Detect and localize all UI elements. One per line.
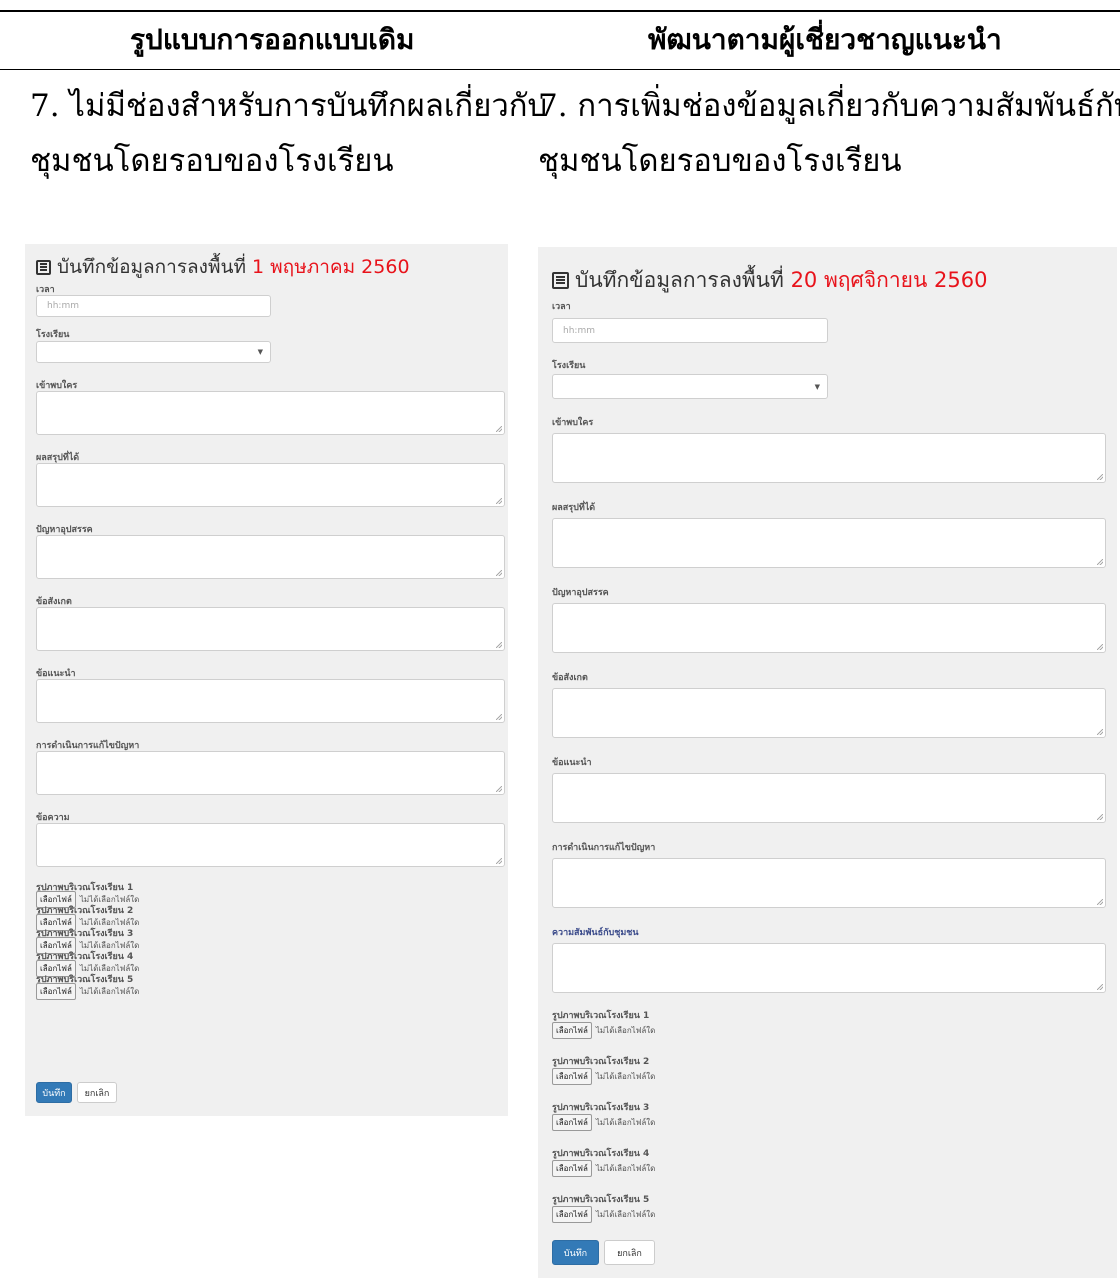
save-button[interactable]: บันทึก — [36, 1082, 72, 1103]
file-status: ไม่ได้เลือกไฟล์ใด — [595, 1210, 656, 1219]
photo-label: รูปภาพบริเวณโรงเรียน 1 — [552, 1011, 650, 1021]
field-label: ผลสรุปที่ได้ — [552, 503, 596, 513]
list-icon — [36, 260, 51, 275]
field-label: ความสัมพันธ์กับชุมชน — [552, 928, 639, 938]
choose-file-button[interactable]: เลือกไฟล์ — [552, 1160, 592, 1177]
field-label: ข้อสังเกต — [552, 673, 588, 683]
field-label: ผลสรุปที่ได้ — [36, 453, 80, 463]
right-description-line-1: 7. การเพิ่มช่องข้อมูลเกี่ยวกับความสัมพัน… — [538, 88, 1120, 124]
text-area[interactable] — [36, 823, 505, 867]
resize-handle[interactable] — [1097, 729, 1103, 735]
field-label: เข้าพบใคร — [36, 381, 78, 391]
resize-handle[interactable] — [1097, 474, 1103, 480]
school-select[interactable]: ▼ — [36, 341, 271, 363]
time-input[interactable]: hh:mm — [36, 295, 271, 317]
resize-handle[interactable] — [496, 714, 502, 720]
school-select[interactable]: ▼ — [552, 374, 828, 399]
photo-label: รูปภาพบริเวณโรงเรียน 4 — [552, 1149, 650, 1159]
chevron-down-icon: ▼ — [257, 348, 263, 356]
resize-handle[interactable] — [1097, 559, 1103, 565]
file-input-row: เลือกไฟล์ ไม่ได้เลือกไฟล์ใด — [552, 1068, 655, 1085]
form-title-text: บันทึกข้อมูลการลงพื้นที่ — [575, 268, 784, 292]
choose-file-button[interactable]: เลือกไฟล์ — [552, 1068, 592, 1085]
form-title: บันทึกข้อมูลการลงพื้นที่ 20 พฤศจิกายน 25… — [552, 264, 987, 297]
field-label: การดำเนินการแก้ไขปัญหา — [552, 843, 656, 853]
chevron-down-icon: ▼ — [814, 382, 820, 391]
cancel-button[interactable]: ยกเลิก — [604, 1240, 655, 1265]
school-label: โรงเรียน — [552, 361, 586, 371]
text-area[interactable] — [552, 858, 1106, 908]
resize-handle[interactable] — [496, 858, 502, 864]
text-area[interactable] — [552, 943, 1106, 993]
original-form-screenshot: บันทึกข้อมูลการลงพื้นที่ 1 พฤษภาคม 2560 เ… — [25, 244, 508, 1116]
file-status: ไม่ได้เลือกไฟล์ใด — [595, 1118, 656, 1127]
time-label: เวลา — [552, 302, 571, 312]
school-label: โรงเรียน — [36, 330, 70, 340]
left-column-header: รูปแบบการออกแบบเดิม — [130, 23, 415, 56]
file-input-row: เลือกไฟล์ ไม่ได้เลือกไฟล์ใด — [552, 1114, 655, 1131]
text-area[interactable] — [552, 603, 1106, 653]
top-rule — [0, 10, 1120, 12]
field-label: ปัญหาอุปสรรค — [552, 588, 609, 598]
choose-file-button[interactable]: เลือกไฟล์ — [552, 1206, 592, 1223]
time-placeholder: hh:mm — [563, 325, 595, 336]
field-label: ข้อแนะนำ — [552, 758, 592, 768]
file-input-row: เลือกไฟล์ ไม่ได้เลือกไฟล์ใด — [552, 1022, 655, 1039]
text-area[interactable] — [36, 391, 505, 435]
left-description-line-1: 7. ไม่มีช่องสำหรับการบันทึกผลเกี่ยวกับ — [30, 88, 548, 124]
header-rule — [0, 69, 1120, 70]
field-label: ข้อความ — [36, 813, 70, 823]
file-status: ไม่ได้เลือกไฟล์ใด — [595, 1026, 656, 1035]
file-input-row: เลือกไฟล์ ไม่ได้เลือกไฟล์ใด — [36, 983, 139, 1000]
text-area[interactable] — [36, 751, 505, 795]
form-date: 20 พฤศจิกายน 2560 — [790, 268, 988, 292]
field-label: ข้อแนะนำ — [36, 669, 76, 679]
choose-file-button[interactable]: เลือกไฟล์ — [36, 983, 76, 1000]
field-label: การดำเนินการแก้ไขปัญหา — [36, 741, 140, 751]
choose-file-button[interactable]: เลือกไฟล์ — [552, 1022, 592, 1039]
form-date: 1 พฤษภาคม 2560 — [252, 256, 410, 278]
cancel-button[interactable]: ยกเลิก — [77, 1082, 117, 1103]
text-area[interactable] — [552, 688, 1106, 738]
resize-handle[interactable] — [496, 570, 502, 576]
resize-handle[interactable] — [1097, 899, 1103, 905]
right-column-header: พัฒนาตามผู้เชี่ยวชาญแนะนำ — [648, 23, 1002, 56]
time-placeholder: hh:mm — [47, 301, 79, 311]
file-status: ไม่ได้เลือกไฟล์ใด — [79, 987, 140, 996]
list-icon — [552, 272, 569, 289]
text-area[interactable] — [36, 535, 505, 579]
field-label: ปัญหาอุปสรรค — [36, 525, 93, 535]
file-status: ไม่ได้เลือกไฟล์ใด — [595, 1164, 656, 1173]
file-input-row: เลือกไฟล์ ไม่ได้เลือกไฟล์ใด — [552, 1160, 655, 1177]
text-area[interactable] — [552, 433, 1106, 483]
resize-handle[interactable] — [496, 786, 502, 792]
field-label: ข้อสังเกต — [36, 597, 72, 607]
photo-label: รูปภาพบริเวณโรงเรียน 3 — [552, 1103, 650, 1113]
choose-file-button[interactable]: เลือกไฟล์ — [552, 1114, 592, 1131]
resize-handle[interactable] — [1097, 814, 1103, 820]
text-area[interactable] — [552, 518, 1106, 568]
time-input[interactable]: hh:mm — [552, 318, 828, 343]
file-input-row: เลือกไฟล์ ไม่ได้เลือกไฟล์ใด — [552, 1206, 655, 1223]
resize-handle[interactable] — [496, 426, 502, 432]
file-status: ไม่ได้เลือกไฟล์ใด — [595, 1072, 656, 1081]
field-label: เข้าพบใคร — [552, 418, 594, 428]
text-area[interactable] — [36, 607, 505, 651]
text-area[interactable] — [36, 679, 505, 723]
resize-handle[interactable] — [496, 498, 502, 504]
improved-form-screenshot: บันทึกข้อมูลการลงพื้นที่ 20 พฤศจิกายน 25… — [538, 247, 1117, 1278]
form-title-text: บันทึกข้อมูลการลงพื้นที่ — [57, 256, 246, 278]
text-area[interactable] — [552, 773, 1106, 823]
right-description-line-2: ชุมชนโดยรอบของโรงเรียน — [538, 143, 902, 179]
save-button[interactable]: บันทึก — [552, 1240, 599, 1265]
resize-handle[interactable] — [496, 642, 502, 648]
text-area[interactable] — [36, 463, 505, 507]
resize-handle[interactable] — [1097, 644, 1103, 650]
form-title: บันทึกข้อมูลการลงพื้นที่ 1 พฤษภาคม 2560 — [36, 252, 410, 282]
photo-label: รูปภาพบริเวณโรงเรียน 5 — [552, 1195, 650, 1205]
resize-handle[interactable] — [1097, 984, 1103, 990]
photo-label: รูปภาพบริเวณโรงเรียน 2 — [552, 1057, 650, 1067]
time-label: เวลา — [36, 285, 55, 295]
left-description-line-2: ชุมชนโดยรอบของโรงเรียน — [30, 143, 394, 179]
